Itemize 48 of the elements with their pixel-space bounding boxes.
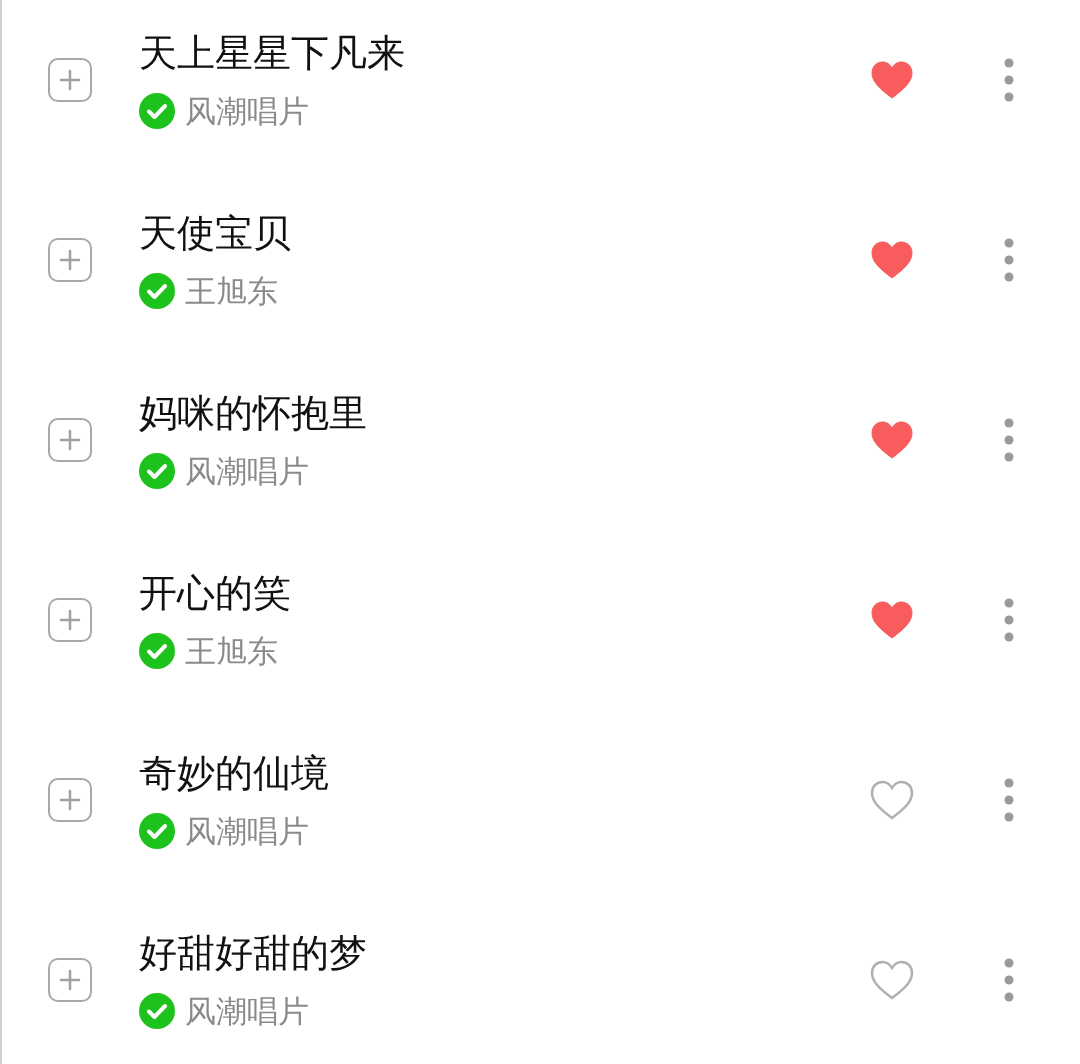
plus-icon	[58, 788, 82, 812]
more-button[interactable]	[1004, 598, 1014, 642]
heart-icon	[870, 960, 914, 1000]
plus-icon	[58, 248, 82, 272]
more-icon	[1004, 238, 1014, 282]
song-title: 天上星星下凡来	[139, 30, 406, 77]
plus-icon	[58, 68, 82, 92]
add-button[interactable]	[48, 598, 92, 642]
plus-icon	[58, 428, 82, 452]
more-button[interactable]	[1004, 958, 1014, 1002]
more-button[interactable]	[1004, 238, 1014, 282]
more-icon	[1004, 778, 1014, 822]
heart-icon	[870, 420, 914, 460]
artist-name: 风潮唱片	[185, 992, 309, 1031]
more-icon	[1004, 598, 1014, 642]
more-button[interactable]	[1004, 778, 1014, 822]
plus-icon	[58, 968, 82, 992]
add-button[interactable]	[48, 418, 92, 462]
heart-icon	[870, 780, 914, 820]
add-button[interactable]	[48, 58, 92, 102]
heart-icon	[870, 60, 914, 100]
like-button[interactable]	[870, 60, 914, 100]
song-title: 奇妙的仙境	[139, 750, 330, 797]
song-title: 天使宝贝	[139, 210, 292, 257]
more-icon	[1004, 58, 1014, 102]
heart-icon	[870, 600, 914, 640]
add-button[interactable]	[48, 778, 92, 822]
more-icon	[1004, 418, 1014, 462]
song-title: 好甜好甜的梦	[139, 930, 368, 977]
more-button[interactable]	[1004, 58, 1014, 102]
song-title: 开心的笑	[139, 570, 292, 617]
artist-name: 风潮唱片	[185, 812, 309, 851]
like-button[interactable]	[870, 240, 914, 280]
heart-icon	[870, 240, 914, 280]
artist-name: 王旭东	[185, 272, 278, 311]
artist-name: 风潮唱片	[185, 92, 309, 131]
artist-name: 风潮唱片	[185, 452, 309, 491]
more-button[interactable]	[1004, 418, 1014, 462]
song-title: 妈咪的怀抱里	[139, 390, 368, 437]
more-icon	[1004, 958, 1014, 1002]
like-button[interactable]	[870, 780, 914, 820]
add-button[interactable]	[48, 958, 92, 1002]
add-button[interactable]	[48, 238, 92, 282]
like-button[interactable]	[870, 420, 914, 460]
artist-name: 王旭东	[185, 632, 278, 671]
plus-icon	[58, 608, 82, 632]
like-button[interactable]	[870, 960, 914, 1000]
like-button[interactable]	[870, 600, 914, 640]
